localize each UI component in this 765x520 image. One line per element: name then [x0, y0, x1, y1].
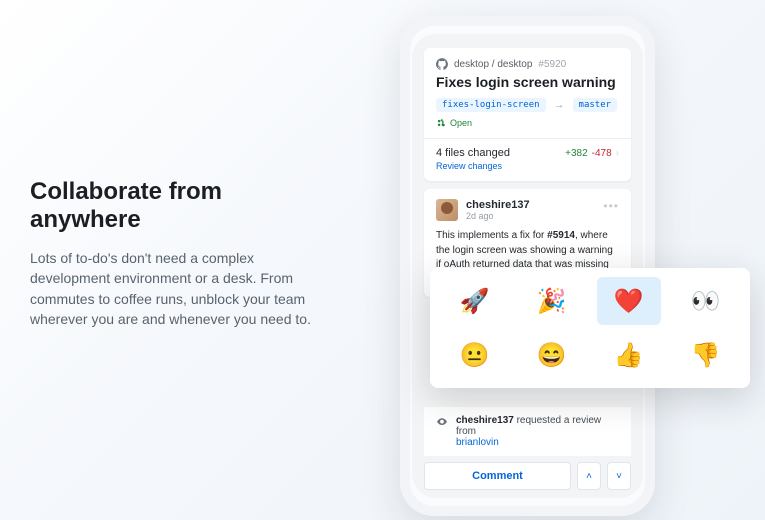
reaction-eyes[interactable]: 👀 [674, 277, 738, 325]
reaction-thumbs-down[interactable]: 👎 [674, 331, 738, 379]
reaction-picker: 🚀 🎉 ❤️ 👀 😐 😄 👍 👎 [430, 268, 750, 388]
reaction-heart[interactable]: ❤️ [597, 277, 661, 325]
comment-issue-ref[interactable]: #5914 [547, 230, 575, 241]
comment-body-prefix: This implements a fix for [436, 230, 547, 241]
deletions: -478 [592, 148, 612, 159]
reaction-smile[interactable]: 😄 [520, 331, 584, 379]
comment-header: cheshire137 2d ago [436, 199, 619, 221]
github-icon [436, 58, 448, 70]
more-icon[interactable]: ••• [603, 199, 619, 213]
reaction-rocket[interactable]: 🚀 [443, 277, 507, 325]
pr-state-label: Open [450, 118, 472, 128]
branch-to[interactable]: master [573, 98, 618, 112]
arrow-icon: → [554, 99, 565, 111]
avatar[interactable] [436, 199, 458, 221]
branch-from[interactable]: fixes-login-screen [436, 98, 546, 112]
comment-time: 2d ago [466, 211, 530, 221]
divider [424, 138, 631, 139]
repo-line: desktop / desktop #5920 [436, 58, 619, 70]
pr-state: Open [436, 118, 619, 128]
chevron-right-icon: › [616, 148, 619, 159]
event-actor[interactable]: cheshire137 [456, 415, 514, 426]
chevron-down-button[interactable]: ˅ [607, 462, 631, 490]
hero-description: Lots of to-do's don't need a complex dev… [30, 248, 330, 329]
pr-card: desktop / desktop #5920 Fixes login scre… [424, 48, 631, 181]
phone-mockup: desktop / desktop #5920 Fixes login scre… [400, 16, 655, 516]
phone-screen: desktop / desktop #5920 Fixes login scre… [412, 34, 643, 498]
reaction-neutral[interactable]: 😐 [443, 331, 507, 379]
diff-stats: +382 -478 › [565, 148, 619, 159]
review-request-event: cheshire137 requested a review from bria… [424, 407, 631, 456]
repo-path[interactable]: desktop / desktop [454, 59, 532, 70]
chevron-up-button[interactable]: ˄ [577, 462, 601, 490]
comment-button[interactable]: Comment [424, 462, 571, 490]
pr-number: #5920 [538, 59, 566, 70]
hero-copy: Collaborate from anywhere Lots of to-do'… [30, 178, 330, 329]
reaction-tada[interactable]: 🎉 [520, 277, 584, 325]
branch-row: fixes-login-screen → master [436, 98, 619, 112]
reaction-thumbs-up[interactable]: 👍 [597, 331, 661, 379]
git-pull-request-icon [436, 118, 446, 128]
additions: +382 [565, 148, 588, 159]
pr-title: Fixes login screen warning [436, 74, 619, 90]
files-row[interactable]: 4 files changed Review changes +382 -478… [436, 147, 619, 171]
hero-title: Collaborate from anywhere [30, 178, 330, 234]
files-changed: 4 files changed [436, 147, 510, 159]
event-reviewer[interactable]: brianlovin [456, 437, 499, 448]
comment-user[interactable]: cheshire137 [466, 199, 530, 211]
comment-bar: Comment ˄ ˅ [424, 462, 631, 490]
eye-icon [436, 416, 448, 428]
review-changes-link[interactable]: Review changes [436, 161, 510, 171]
